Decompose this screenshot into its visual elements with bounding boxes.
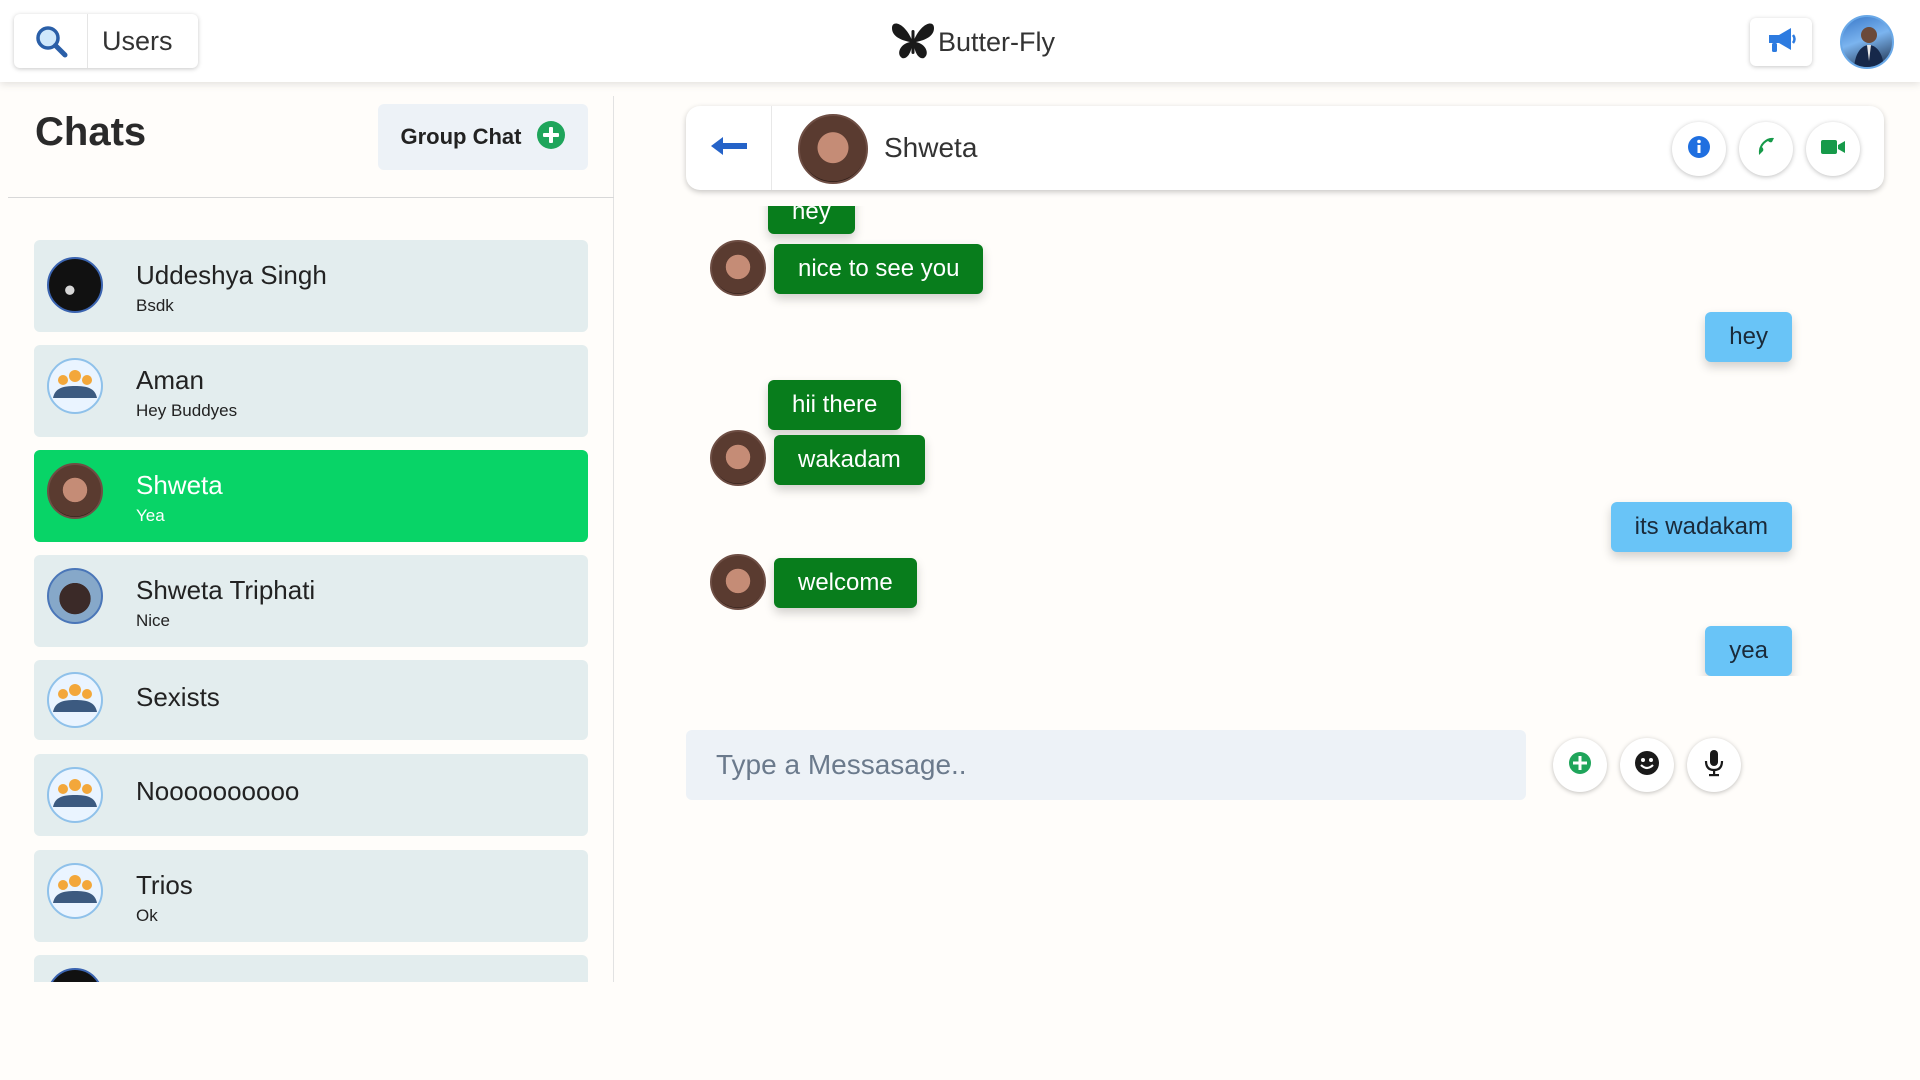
avatar xyxy=(47,568,103,624)
avatar xyxy=(47,968,103,982)
brand-name: Butter-Fly xyxy=(938,26,1056,57)
chat-item-shweta-triphati[interactable]: Shweta Triphati Nice xyxy=(34,555,588,647)
group-icon xyxy=(47,672,103,728)
message-bubble-incoming: wakadam xyxy=(774,435,925,485)
voice-message-button[interactable] xyxy=(1687,738,1741,792)
chat-preview: Hey Buddyes xyxy=(136,401,238,420)
chat-item-shweta[interactable]: Shweta Yea xyxy=(34,450,588,542)
user-photo-icon xyxy=(1854,27,1884,67)
avatar xyxy=(47,257,103,313)
chat-name: Shweta xyxy=(136,470,223,500)
phone-icon xyxy=(1754,135,1778,164)
attach-button[interactable] xyxy=(1553,738,1607,792)
message-input[interactable] xyxy=(686,730,1526,800)
chat-item-partial[interactable] xyxy=(34,955,588,982)
arrow-left-icon xyxy=(709,134,749,163)
megaphone-icon xyxy=(1765,25,1797,60)
chat-header: Shweta xyxy=(686,106,1884,190)
chat-item-aman[interactable]: Aman Hey Buddyes xyxy=(34,345,588,437)
notifications-button[interactable] xyxy=(1750,18,1812,66)
contact-avatar xyxy=(798,114,868,184)
contact-name: Shweta xyxy=(884,132,978,163)
chat-name: Noooooooooo xyxy=(136,776,300,806)
search-icon xyxy=(14,14,88,68)
message-bubble-incoming: nice to see you xyxy=(774,244,984,294)
message-bubble-incoming: welcome xyxy=(774,558,917,608)
chat-sidebar: Chats Group Chat Uddeshya Singh Bsdk Ama… xyxy=(8,96,614,982)
chat-name: Trios xyxy=(136,870,193,900)
message-bubble-outgoing: yea xyxy=(1705,626,1792,676)
group-icon xyxy=(47,863,103,919)
group-chat-button[interactable]: Group Chat xyxy=(378,104,588,170)
profile-avatar[interactable] xyxy=(1840,15,1894,69)
chat-name: Uddeshya Singh xyxy=(136,260,327,290)
message-bubble-incoming: hii there xyxy=(768,380,902,430)
group-icon xyxy=(47,767,103,823)
chat-item-uddeshya-singh[interactable]: Uddeshya Singh Bsdk xyxy=(34,240,588,332)
chat-item-sexists[interactable]: Sexists xyxy=(34,660,588,740)
chat-preview: Nice xyxy=(136,611,171,630)
plus-circle-icon xyxy=(536,120,566,155)
chat-name: Shweta Triphati xyxy=(136,575,316,605)
brand: Butter-Fly xyxy=(890,20,1055,64)
top-bar: Users Butter-Fly xyxy=(0,0,1920,82)
sidebar-header: Chats Group Chat xyxy=(8,96,614,198)
message-composer xyxy=(686,730,1526,800)
search-users-label: Users xyxy=(102,25,173,56)
microphone-icon xyxy=(1704,749,1724,782)
butterfly-icon xyxy=(890,20,936,65)
message-list[interactable]: hey nice to see you hey hii there wakada… xyxy=(686,206,1884,676)
avatar xyxy=(47,463,103,519)
chat-preview: Yea xyxy=(136,506,165,525)
chat-name: Sexists xyxy=(136,682,220,712)
message-bubble-outgoing: its wadakam xyxy=(1610,502,1792,552)
group-icon xyxy=(47,358,103,414)
message-avatar xyxy=(710,554,766,610)
video-call-button[interactable] xyxy=(1806,122,1860,176)
chat-preview: Bsdk xyxy=(136,296,174,315)
smiley-icon xyxy=(1634,750,1660,781)
plus-circle-icon xyxy=(1568,751,1592,780)
message-avatar xyxy=(710,430,766,486)
info-button[interactable] xyxy=(1672,122,1726,176)
chats-title: Chats xyxy=(35,110,147,154)
search-users-button[interactable]: Users xyxy=(14,14,198,68)
chat-list[interactable]: Uddeshya Singh Bsdk Aman Hey Buddyes Shw… xyxy=(34,240,588,982)
message-bubble-incoming: hey xyxy=(768,206,855,234)
voice-call-button[interactable] xyxy=(1739,122,1793,176)
emoji-button[interactable] xyxy=(1620,738,1674,792)
chat-item-noooooooooo[interactable]: Noooooooooo xyxy=(34,754,588,836)
back-button[interactable] xyxy=(686,106,772,190)
message-avatar xyxy=(710,240,766,296)
info-icon xyxy=(1687,135,1711,164)
video-camera-icon xyxy=(1820,137,1846,162)
group-chat-label: Group Chat xyxy=(400,124,522,149)
message-bubble-outgoing: hey xyxy=(1705,312,1792,362)
chat-item-trios[interactable]: Trios Ok xyxy=(34,850,588,942)
chat-preview: Ok xyxy=(136,906,158,925)
chat-name: Aman xyxy=(136,365,204,395)
